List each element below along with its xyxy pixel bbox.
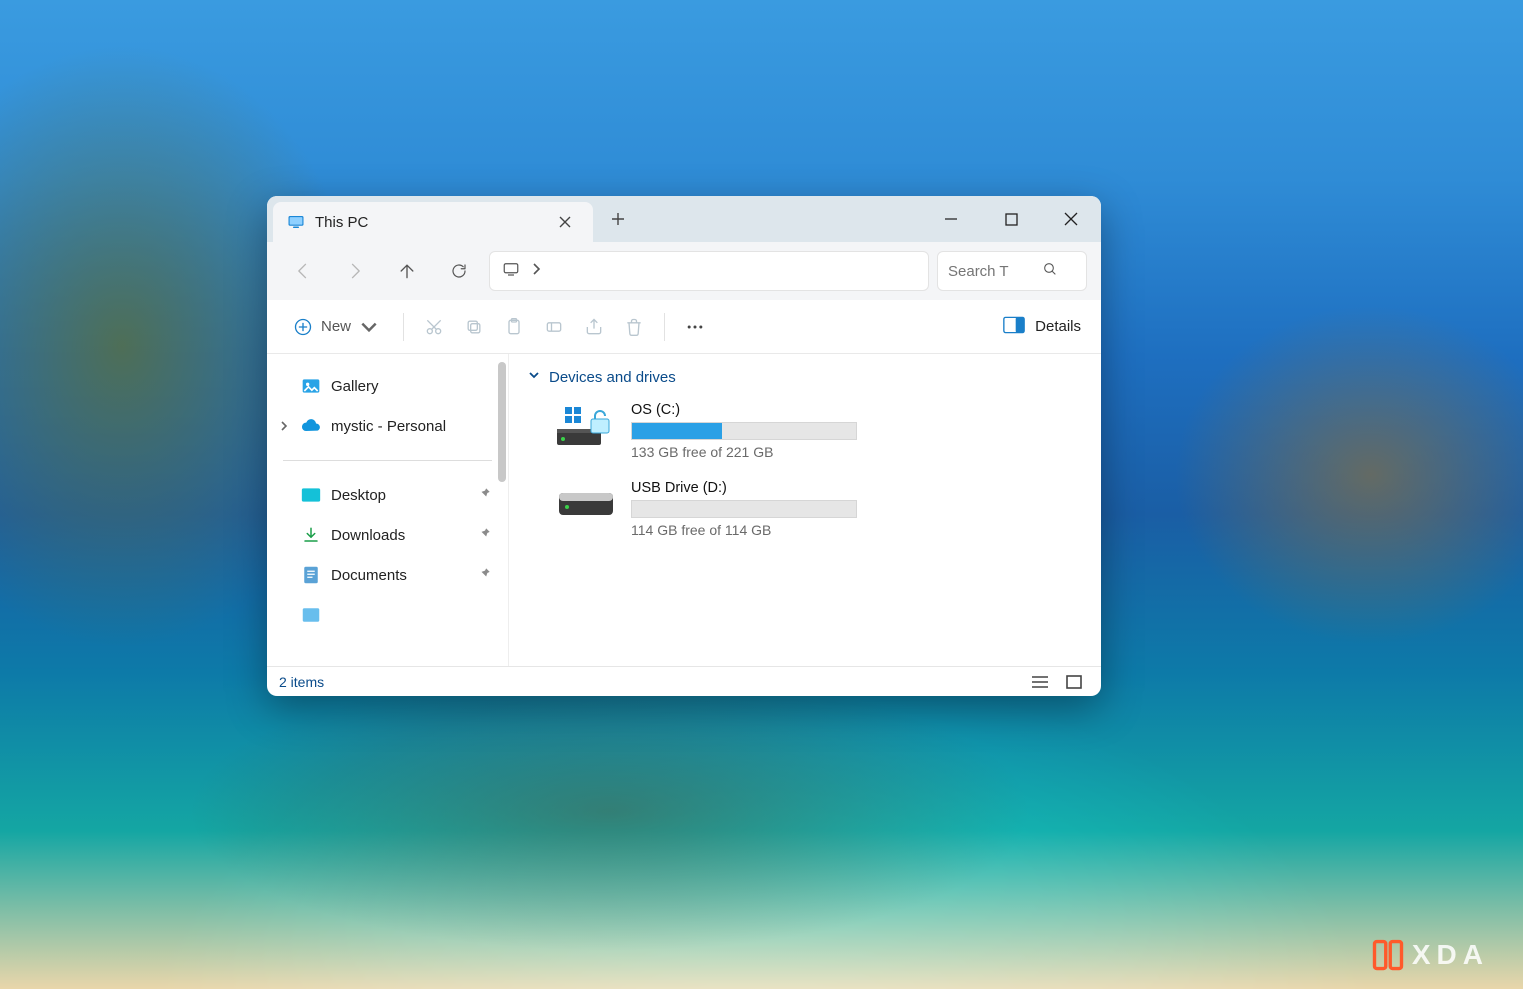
chevron-right-icon[interactable]: [277, 418, 291, 435]
view-details-label: Details: [1035, 318, 1081, 335]
drive-os-icon: [555, 402, 617, 448]
file-explorer-window: This PC: [267, 196, 1101, 696]
chevron-right-icon[interactable]: [530, 262, 542, 280]
sidebar-divider: [283, 460, 492, 461]
window-controls: [921, 196, 1101, 242]
tab-this-pc[interactable]: This PC: [273, 202, 593, 242]
content-pane[interactable]: Devices and drives: [509, 354, 1101, 666]
drive-capacity-bar: [631, 422, 857, 440]
sidebar-item-gallery[interactable]: Gallery: [267, 366, 508, 406]
rename-button[interactable]: [534, 308, 574, 346]
navigation-pane[interactable]: Gallery mystic - Personal: [267, 354, 509, 666]
watermark-text: XDA: [1412, 939, 1489, 971]
sidebar-item-label: Gallery: [331, 378, 379, 395]
downloads-icon: [301, 525, 321, 545]
documents-icon: [301, 565, 321, 585]
pictures-icon: [301, 605, 321, 625]
sidebar-item-label: Downloads: [331, 527, 405, 544]
sidebar-scrollbar[interactable]: [498, 362, 506, 482]
monitor-icon: [502, 260, 520, 283]
tab-close-button[interactable]: [551, 208, 579, 236]
new-button[interactable]: New: [279, 308, 393, 346]
close-button[interactable]: [1041, 196, 1101, 242]
toolbar-divider: [664, 313, 665, 341]
onedrive-icon: [301, 416, 321, 436]
drive-free-text: 114 GB free of 114 GB: [631, 522, 877, 538]
desktop-wallpaper: This PC: [0, 0, 1523, 989]
forward-button[interactable]: [333, 251, 377, 291]
drive-capacity-bar: [631, 500, 857, 518]
drive-item-c[interactable]: OS (C:) 133 GB free of 221 GB: [527, 396, 1083, 474]
pin-icon[interactable]: [478, 526, 492, 544]
search-box[interactable]: [937, 251, 1087, 291]
status-bar: 2 items: [267, 666, 1101, 696]
more-button[interactable]: [675, 308, 715, 346]
status-text: 2 items: [279, 674, 324, 690]
view-list-button[interactable]: [1025, 671, 1055, 693]
new-tab-button[interactable]: [593, 196, 643, 242]
copy-button[interactable]: [454, 308, 494, 346]
toolbar-divider: [403, 313, 404, 341]
sidebar-item-label: mystic - Personal: [331, 418, 446, 435]
sidebar-item-downloads[interactable]: Downloads: [267, 515, 508, 555]
gallery-icon: [301, 376, 321, 396]
group-title: Devices and drives: [549, 369, 676, 386]
explorer-body: Gallery mystic - Personal: [267, 354, 1101, 666]
this-pc-icon: [287, 213, 305, 231]
drive-free-text: 133 GB free of 221 GB: [631, 444, 877, 460]
drive-name: OS (C:): [631, 402, 877, 418]
command-bar: New: [267, 300, 1101, 354]
share-button[interactable]: [574, 308, 614, 346]
refresh-button[interactable]: [437, 251, 481, 291]
nav-row: [267, 242, 1101, 300]
titlebar: This PC: [267, 196, 1101, 242]
search-icon: [1042, 261, 1058, 282]
chevron-down-icon: [359, 317, 379, 337]
view-tiles-button[interactable]: [1059, 671, 1089, 693]
xda-watermark: XDA: [1370, 937, 1489, 973]
sidebar-item-pictures[interactable]: Pictures: [267, 595, 508, 635]
maximize-button[interactable]: [981, 196, 1041, 242]
sidebar-item-onedrive[interactable]: mystic - Personal: [267, 406, 508, 446]
view-details-button[interactable]: Details: [1003, 316, 1089, 338]
sidebar-item-desktop[interactable]: Desktop: [267, 475, 508, 515]
group-header-devices[interactable]: Devices and drives: [527, 364, 1083, 396]
sidebar-item-label: Documents: [331, 567, 407, 584]
drive-name: USB Drive (D:): [631, 480, 877, 496]
up-button[interactable]: [385, 251, 429, 291]
minimize-button[interactable]: [921, 196, 981, 242]
address-bar[interactable]: [489, 251, 929, 291]
chevron-down-icon[interactable]: [527, 368, 541, 386]
back-button[interactable]: [281, 251, 325, 291]
delete-button[interactable]: [614, 308, 654, 346]
details-pane-icon: [1003, 316, 1025, 338]
drive-item-d[interactable]: USB Drive (D:) 114 GB free of 114 GB: [527, 474, 1083, 552]
drive-usb-icon: [555, 480, 617, 526]
pin-icon[interactable]: [478, 486, 492, 504]
search-input[interactable]: [948, 263, 1034, 280]
sidebar-item-label: Desktop: [331, 487, 386, 504]
new-button-label: New: [321, 318, 351, 335]
tab-title: This PC: [315, 214, 541, 231]
cut-button[interactable]: [414, 308, 454, 346]
pin-icon[interactable]: [478, 566, 492, 584]
paste-button[interactable]: [494, 308, 534, 346]
sidebar-item-documents[interactable]: Documents: [267, 555, 508, 595]
desktop-icon: [301, 485, 321, 505]
